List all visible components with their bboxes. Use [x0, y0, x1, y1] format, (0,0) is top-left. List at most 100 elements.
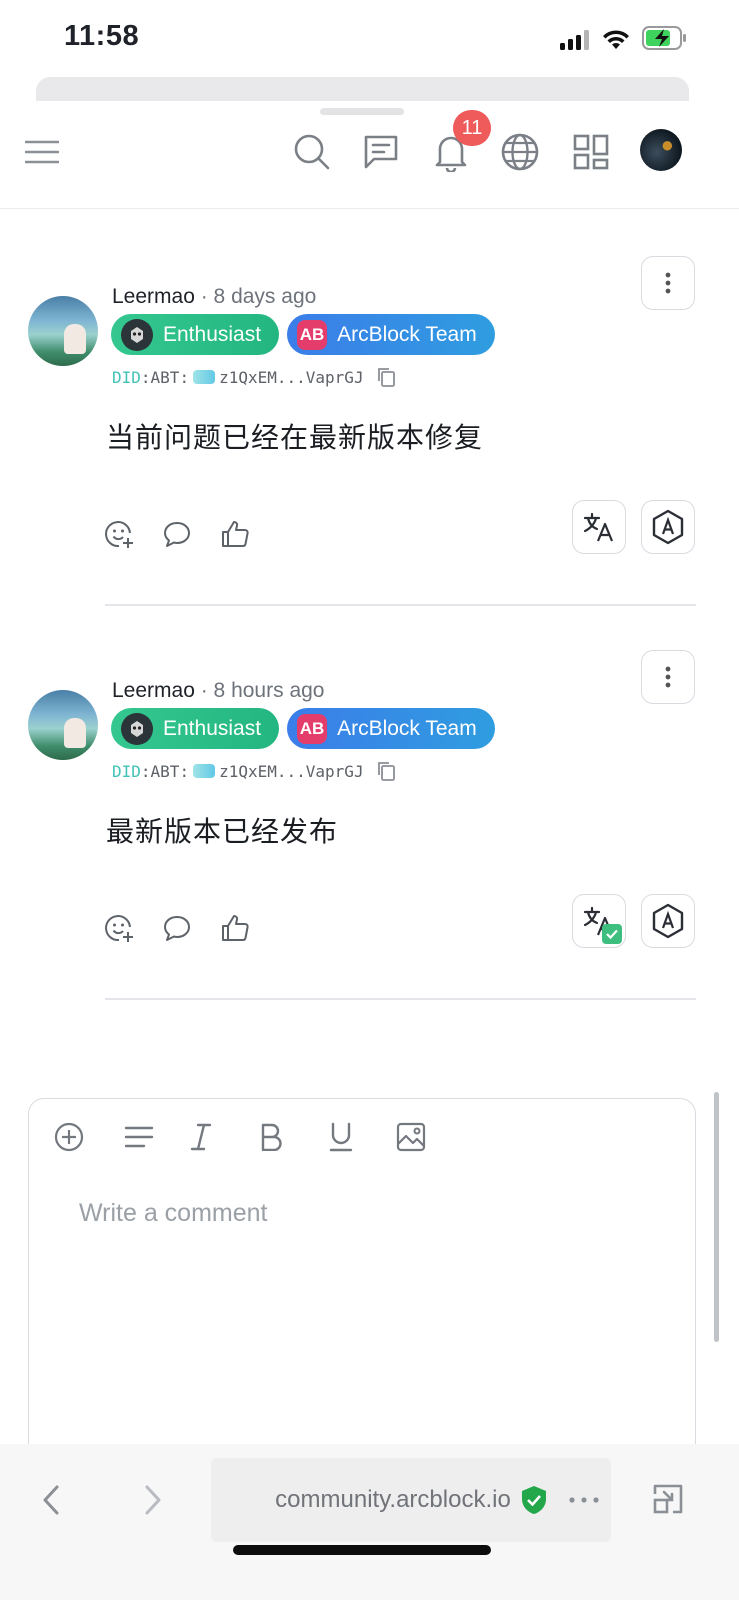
app-header [0, 118, 739, 209]
author-avatar[interactable] [28, 690, 98, 760]
url-text: community.arcblock.io [275, 1486, 511, 1513]
did-chain: :ABT: [140, 367, 190, 387]
comment-text: 当前问题已经在最新版本修复 [106, 422, 484, 453]
badge-list: Enthusiast AB ArcBlock Team [111, 708, 495, 749]
comment-placeholder[interactable]: Write a comment [79, 1199, 267, 1228]
emoji-add-icon [105, 521, 133, 548]
reply-button[interactable] [161, 518, 193, 550]
did-avatar-icon [193, 370, 216, 384]
comment-time: · 8 days ago [200, 285, 317, 308]
reply-button[interactable] [161, 912, 193, 944]
badge-label: Enthusiast [163, 322, 262, 346]
thumbs-up-icon [222, 915, 249, 941]
translated-check-icon [602, 924, 622, 944]
add-reaction-button[interactable] [103, 518, 135, 550]
italic-icon [190, 1123, 212, 1151]
like-button[interactable] [219, 518, 251, 550]
paragraph-button[interactable] [123, 1121, 155, 1153]
enthusiast-badge[interactable]: Enthusiast [111, 314, 280, 355]
did-address[interactable]: DID:ABT: z1QxEM...VaprGJ [112, 366, 398, 388]
arcblock-logo-icon: AB [297, 713, 328, 744]
underline-icon [329, 1122, 353, 1152]
comment-divider [105, 998, 696, 1000]
secure-shield-icon [521, 1486, 546, 1514]
emoji-add-icon [105, 915, 133, 942]
chat-icon [364, 135, 398, 169]
enthusiast-badge[interactable]: Enthusiast [111, 708, 280, 749]
user-avatar[interactable] [640, 129, 682, 171]
search-icon [294, 134, 330, 170]
address-bar[interactable]: community.arcblock.io [211, 1458, 611, 1542]
did-prefix: DID [112, 761, 141, 781]
badge-list: Enthusiast AB ArcBlock Team [111, 314, 495, 355]
badge-label: ArcBlock Team [337, 322, 477, 346]
sheet-grabber[interactable] [320, 108, 404, 115]
comment-text: 最新版本已经发布 [106, 816, 339, 847]
back-arrow-icon[interactable] [40, 1484, 62, 1516]
comment-actions [103, 518, 251, 550]
minimize-window-icon[interactable] [651, 1482, 685, 1516]
add-reaction-button[interactable] [103, 912, 135, 944]
apps-button[interactable] [569, 130, 613, 174]
more-vertical-icon [665, 272, 671, 294]
page-scrollbar[interactable] [714, 1092, 719, 1342]
arcblock-logo-icon: AB [297, 319, 328, 350]
bold-button[interactable] [255, 1121, 287, 1153]
translate-icon [583, 512, 614, 542]
copy-icon[interactable] [376, 760, 398, 782]
comment-editor[interactable]: Write a comment [28, 1098, 696, 1478]
owl-icon [121, 318, 153, 351]
cellular-signal-icon [560, 30, 589, 50]
comment-divider [105, 604, 696, 606]
hexagon-a-icon [652, 509, 684, 545]
author-avatar[interactable] [28, 296, 98, 366]
did-value: z1QxEM...VaprGJ [219, 761, 364, 781]
italic-button[interactable] [185, 1121, 217, 1153]
more-options-button[interactable] [641, 650, 695, 704]
home-indicator[interactable] [233, 1545, 491, 1555]
did-value: z1QxEM...VaprGJ [219, 367, 364, 387]
comment-time: · 8 hours ago [200, 679, 325, 702]
plus-circle-icon [54, 1122, 84, 1152]
copy-icon[interactable] [376, 366, 398, 388]
translate-button[interactable] [572, 894, 626, 948]
ai-button[interactable] [641, 500, 695, 554]
ai-button[interactable] [641, 894, 695, 948]
text-align-icon [124, 1126, 154, 1148]
comment-actions [103, 912, 251, 944]
did-avatar-icon [193, 764, 216, 778]
language-button[interactable] [498, 130, 542, 174]
did-prefix: DID [112, 367, 141, 387]
image-button[interactable] [395, 1121, 427, 1153]
more-horizontal-icon[interactable] [568, 1496, 600, 1504]
translate-button[interactable] [572, 500, 626, 554]
arcblock-team-badge[interactable]: AB ArcBlock Team [287, 708, 495, 749]
more-vertical-icon [665, 666, 671, 688]
author-name[interactable]: Leermao [112, 285, 195, 308]
hexagon-a-icon [652, 903, 684, 939]
status-time: 11:58 [64, 20, 140, 52]
author-name[interactable]: Leermao [112, 679, 195, 702]
like-button[interactable] [219, 912, 251, 944]
comment-bubble-icon [164, 916, 190, 941]
thumbs-up-icon [222, 521, 249, 547]
forward-arrow-icon[interactable] [142, 1484, 164, 1516]
hamburger-icon [25, 140, 59, 164]
notification-count-badge: 11 [453, 110, 491, 146]
browser-tab-handle [36, 77, 689, 101]
insert-button[interactable] [53, 1121, 85, 1153]
menu-button[interactable] [20, 130, 64, 174]
bold-icon [261, 1123, 282, 1151]
chat-button[interactable] [359, 130, 403, 174]
search-button[interactable] [290, 130, 334, 174]
arcblock-team-badge[interactable]: AB ArcBlock Team [287, 314, 495, 355]
did-chain: :ABT: [140, 761, 190, 781]
wifi-icon [603, 30, 629, 49]
grid-icon [573, 134, 609, 170]
comment-bubble-icon [164, 522, 190, 547]
more-options-button[interactable] [641, 256, 695, 310]
badge-label: ArcBlock Team [337, 716, 477, 740]
did-address[interactable]: DID:ABT: z1QxEM...VaprGJ [112, 760, 398, 782]
underline-button[interactable] [325, 1121, 357, 1153]
badge-label: Enthusiast [163, 716, 262, 740]
